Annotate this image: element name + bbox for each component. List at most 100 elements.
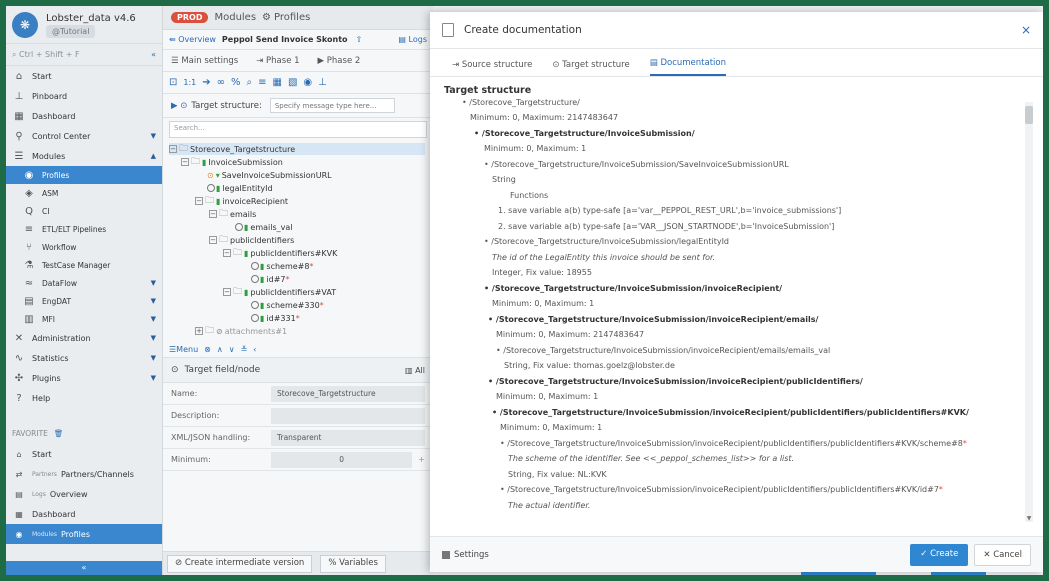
sidebar-item-testcase[interactable]: ⚗ TestCase Manager <box>6 256 162 274</box>
field-name-value[interactable]: Storecove_Targetstructure <box>271 385 425 402</box>
cancel-button[interactable]: ✕ Cancel <box>974 543 1031 566</box>
filter-icon[interactable]: ≡ <box>258 77 266 88</box>
create-intermediate-version-button[interactable]: ⊘ Create intermediate version <box>167 554 313 573</box>
chevron-up-icon[interactable]: ∧ <box>217 345 223 354</box>
collapse-sidebar-icon[interactable]: « <box>151 50 156 59</box>
field-description-value[interactable] <box>271 407 425 424</box>
one-to-one-icon[interactable]: 1:1 <box>183 78 196 87</box>
app-name: Lobster_data v4.6 <box>46 12 136 24</box>
sidebar-item-start[interactable]: ⌂ Start <box>6 66 162 86</box>
document-icon[interactable]: ▧ <box>288 77 297 88</box>
sidebar-item-ci[interactable]: Q CI <box>6 202 162 220</box>
plus-icon[interactable]: + <box>418 455 425 464</box>
scrollbar-thumb[interactable] <box>1025 106 1033 124</box>
tree-node[interactable]: − 🗀 emails <box>209 208 256 220</box>
favorite-dashboard[interactable]: ▦ Dashboard <box>6 504 162 524</box>
expand-icon[interactable]: ⊡ <box>169 77 177 88</box>
sidebar-item-plugins[interactable]: ✣ Plugins ▼ <box>6 368 162 388</box>
export-icon[interactable]: ⇧ <box>356 35 363 44</box>
chevron-down-icon: ▼ <box>150 315 156 323</box>
tab-target-structure[interactable]: ⊙ Target structure <box>552 60 629 76</box>
settings-checkbox-icon <box>442 550 450 559</box>
logs-link[interactable]: ▤ Logs <box>398 35 427 44</box>
global-search[interactable]: ⌕ Ctrl + Shift + F « <box>6 44 162 66</box>
tree-node[interactable]: − 🗀 ▮ publicIdentifiers#KVK <box>223 247 337 259</box>
tree-node[interactable]: ▮ id#331 * <box>251 312 300 324</box>
sidebar-item-statistics[interactable]: ∿ Statistics ▼ <box>6 348 162 368</box>
pin-icon[interactable]: ⊥ <box>318 77 327 88</box>
doc-line: • /Storecove_Targetstructure/InvoiceSubm… <box>500 439 967 448</box>
sidebar-item-administration[interactable]: ✕ Administration ▼ <box>6 328 162 348</box>
grid-icon[interactable]: ▦ <box>273 77 282 88</box>
trash-icon[interactable]: 🗑 <box>54 429 64 438</box>
dashboard-icon: ▦ <box>14 110 24 122</box>
tree-node[interactable]: − 🗀 Storecove_Targetstructure <box>169 143 425 155</box>
tree-node[interactable]: − 🗀 ▮ invoiceRecipient <box>195 195 288 207</box>
ci-icon: Q <box>25 205 33 217</box>
search-icon[interactable]: ⌕ <box>247 77 253 88</box>
tools-icon: ✕ <box>14 332 24 344</box>
sidebar-item-asm[interactable]: ◈ ASM <box>6 184 162 202</box>
eye-icon[interactable]: ◉ <box>303 77 312 88</box>
sidebar-item-mfi[interactable]: ▥ MFI ▼ <box>6 310 162 328</box>
sidebar-item-pinboard[interactable]: ⊥ Pinboard <box>6 86 162 106</box>
tree-node[interactable]: − 🗀 publicIdentifiers <box>209 234 294 246</box>
tree-node[interactable]: − 🗀 ▮ publicIdentifiers#VAT <box>223 286 336 298</box>
chevron-up-icon: ▲ <box>150 152 156 160</box>
sidebar-item-etl[interactable]: ≡ ETL/ELT Pipelines <box>6 220 162 238</box>
tree-node[interactable]: ▮ emails_val <box>235 221 293 233</box>
overview-link[interactable]: ⇚ Overview <box>169 35 216 44</box>
tree-node[interactable]: ▮ legalEntityId <box>207 182 273 194</box>
close-icon[interactable]: × <box>1021 23 1031 37</box>
sidebar-item-engdat[interactable]: ▤ EngDAT ▼ <box>6 292 162 310</box>
message-type-input[interactable] <box>269 98 395 113</box>
collapse-all-icon[interactable]: ≚ <box>241 345 248 354</box>
favorite-start[interactable]: ⌂ Start <box>6 444 162 464</box>
tab-documentation[interactable]: ▤ Documentation <box>649 58 726 76</box>
variables-button[interactable]: % Variables <box>320 554 386 573</box>
sidebar-item-dashboard[interactable]: ▦ Dashboard <box>6 106 162 126</box>
tab-phase-2[interactable]: ▶ Phase 2 <box>318 56 361 66</box>
collapse-favorites-button[interactable]: « <box>6 561 162 575</box>
settings-toggle[interactable]: Settings <box>442 550 489 560</box>
tab-source-structure[interactable]: ⇥ Source structure <box>452 60 532 76</box>
search-icon: ⌕ <box>12 49 20 59</box>
scroll-down-icon[interactable]: ▼ <box>1025 515 1033 522</box>
tab-main-settings[interactable]: ☰ Main settings <box>171 56 238 66</box>
arrow-right-icon[interactable]: ➔ <box>202 77 210 88</box>
tree-menu-button[interactable]: ☰Menu <box>169 345 198 354</box>
favorite-partners[interactable]: ⇄ Partners Partners/Channels <box>6 464 162 484</box>
sidebar-item-dataflow[interactable]: ≈ DataFlow ▼ <box>6 274 162 292</box>
link-icon[interactable]: ∞ <box>217 77 225 88</box>
field-minimum-value[interactable]: 0 <box>271 451 413 468</box>
sidebar-item-modules[interactable]: ☰ Modules ▲ <box>6 146 162 166</box>
chevron-left-icon[interactable]: ‹ <box>253 345 256 354</box>
chevron-down-icon[interactable]: ∨ <box>229 345 235 354</box>
sidebar-item-workflow[interactable]: ⑂ Workflow <box>6 238 162 256</box>
tree-node[interactable]: − 🗀 ▮ InvoiceSubmission <box>181 156 283 168</box>
sidebar-item-help[interactable]: ? Help <box>6 388 162 408</box>
chevron-down-icon: ▼ <box>150 334 156 342</box>
modules-breadcrumb[interactable]: Modules <box>214 12 256 23</box>
favorite-logs-overview[interactable]: ▤ Logs Overview <box>6 484 162 504</box>
tree-node[interactable]: + 🗀 ⊘ attachments#1 <box>195 325 287 337</box>
percent-icon[interactable]: % <box>231 77 241 88</box>
tree-node[interactable]: ▮ scheme#330 * <box>251 299 324 311</box>
all-toggle[interactable]: ▥ All <box>405 366 425 375</box>
create-button[interactable]: ✓ Create <box>910 543 969 566</box>
tree-node[interactable]: ▮ scheme#8 * <box>251 260 313 272</box>
field-xml-handling-value[interactable]: Transparent <box>271 429 425 446</box>
tree-search-input[interactable]: Search... <box>169 121 427 138</box>
favorite-modules-profiles[interactable]: ◉ Modules Profiles <box>6 524 162 544</box>
doc-line: • /Storecove_Targetstructure/InvoiceSubm… <box>488 377 863 386</box>
documentation-scrollbar[interactable]: ▼ <box>1025 102 1033 522</box>
target-icon[interactable]: ⊗ <box>204 345 211 354</box>
modules-icon: ☰ <box>14 150 24 162</box>
tree-node[interactable]: ⊙ ▾ SaveInvoiceSubmissionURL <box>207 169 332 181</box>
sidebar-item-control-center[interactable]: ⚲ Control Center ▼ <box>6 126 162 146</box>
sidebar-item-profiles[interactable]: ◉ Profiles <box>6 166 162 184</box>
create-documentation-dialog: Create documentation × ⇥ Source structur… <box>430 12 1043 572</box>
tree-node[interactable]: ▮ id#7 * <box>251 273 290 285</box>
tab-phase-1[interactable]: ⇥ Phase 1 <box>256 56 299 66</box>
profiles-breadcrumb[interactable]: Profiles <box>274 12 310 23</box>
